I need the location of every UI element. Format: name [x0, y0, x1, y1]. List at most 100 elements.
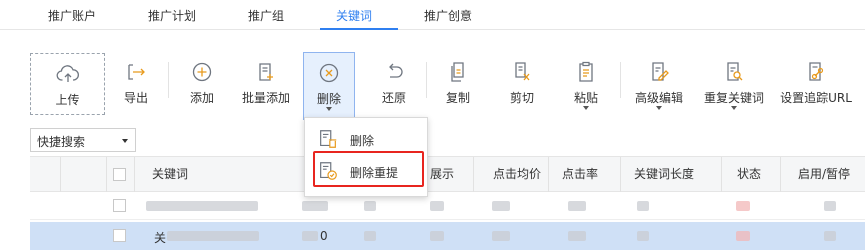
delete-button[interactable]: 删除: [303, 52, 355, 120]
tab-account[interactable]: 推广账户: [48, 7, 96, 24]
table-row-selected[interactable]: 关 0: [30, 222, 865, 250]
advanced-edit-button[interactable]: 高级编辑: [630, 52, 688, 112]
column-divider: [721, 157, 722, 192]
upload-label: 上传: [55, 93, 80, 107]
highlight-box: [313, 151, 424, 187]
row-checkbox[interactable]: [113, 229, 126, 242]
bulk-add-icon: [259, 63, 273, 81]
column-divider: [620, 157, 621, 192]
redacted-cell: [568, 231, 586, 241]
redacted-cell: [568, 201, 586, 211]
keyword-table: 关键词 展示 点击均价 点击率 关键词长度 状态 启用/暂停 关 0: [30, 156, 865, 250]
paste-button[interactable]: 粘贴: [564, 52, 608, 112]
column-divider: [780, 157, 781, 192]
column-enable-pause[interactable]: 启用/暂停: [798, 157, 850, 192]
delete-label: 删除: [316, 92, 341, 106]
bulk-add-label: 批量添加: [241, 91, 290, 105]
toolbar-divider: [620, 62, 621, 98]
delete-circle-icon: [319, 63, 339, 83]
export-icon: [128, 64, 145, 80]
redacted-cell: [302, 201, 328, 211]
tab-bar: 推广账户 推广计划 推广组 关键词 推广创意: [0, 0, 865, 30]
table-row[interactable]: [30, 192, 865, 220]
redacted-cell: [364, 231, 376, 241]
upload-button[interactable]: 上传: [30, 53, 105, 115]
undo-icon: [389, 63, 403, 78]
tab-plan[interactable]: 推广计划: [148, 7, 196, 24]
tracking-url-button[interactable]: 设置追踪URL: [776, 52, 856, 112]
redacted-cell: [824, 201, 836, 211]
tab-creative[interactable]: 推广创意: [424, 7, 472, 24]
menu-item-delete-label: 删除: [350, 134, 375, 148]
plus-circle-icon: [192, 62, 212, 82]
bulk-add-button[interactable]: 批量添加: [238, 52, 294, 112]
redacted-cell: [364, 201, 376, 211]
copy-label: 复制: [445, 91, 470, 105]
chevron-down-icon: [326, 107, 332, 111]
duplicate-keywords-label: 重复关键词: [703, 91, 764, 105]
search-document-icon: [727, 62, 743, 81]
redacted-cell: [492, 231, 510, 241]
restore-button[interactable]: 还原: [372, 52, 416, 112]
table-header: 关键词 展示 点击均价 点击率 关键词长度 状态 启用/暂停: [30, 156, 865, 192]
restore-label: 还原: [381, 91, 406, 105]
keyword-editor: 推广账户 推广计划 推广组 关键词 推广创意 上传 导出 添加 批量添加 删除 …: [0, 0, 865, 250]
tab-keyword[interactable]: 关键词: [336, 7, 372, 24]
redacted-cell: [824, 231, 836, 241]
redacted-keyword: [167, 231, 259, 241]
cloud-upload-icon: [56, 65, 79, 82]
delete-document-icon: [320, 130, 337, 148]
row-checkbox[interactable]: [113, 199, 126, 212]
copy-icon: [451, 62, 464, 82]
redacted-cell: [430, 231, 444, 241]
redacted-status: [736, 231, 750, 241]
column-divider: [548, 157, 549, 192]
column-keyword-length[interactable]: 关键词长度: [634, 157, 694, 192]
chevron-down-icon: [583, 106, 589, 110]
duplicate-keywords-button[interactable]: 重复关键词: [700, 52, 768, 112]
value-cell: 0: [320, 229, 328, 243]
advanced-edit-label: 高级编辑: [634, 91, 683, 105]
tab-group[interactable]: 推广组: [248, 7, 284, 24]
redacted-cell: [302, 231, 318, 241]
column-avg-cpc[interactable]: 点击均价: [493, 157, 541, 192]
tracking-url-label: 设置追踪URL: [780, 91, 852, 105]
column-divider: [473, 157, 474, 192]
quick-search-select[interactable]: 快捷搜索: [30, 128, 136, 152]
add-label: 添加: [189, 91, 214, 105]
redacted-cell: [637, 231, 649, 241]
column-keyword[interactable]: 关键词: [152, 157, 188, 192]
copy-button[interactable]: 复制: [436, 52, 480, 112]
quick-search-value: 快捷搜索: [37, 135, 86, 149]
cut-label: 剪切: [509, 91, 534, 105]
redacted-cell: [430, 201, 444, 211]
redacted-cell: [637, 201, 649, 211]
export-button[interactable]: 导出: [114, 52, 158, 112]
redacted-cell: [492, 201, 510, 211]
column-divider: [60, 157, 61, 192]
edit-document-icon: [652, 62, 669, 81]
column-impressions[interactable]: 展示: [430, 157, 454, 192]
redacted-status: [736, 201, 750, 211]
cut-button[interactable]: 剪切: [500, 52, 544, 112]
paste-label: 粘贴: [573, 91, 598, 105]
url-document-icon: [809, 62, 824, 81]
toolbar: 上传 导出 添加 批量添加 删除 还原 复制 剪切 粘贴 高级编辑 重复关键词 …: [0, 30, 865, 121]
export-label: 导出: [123, 91, 148, 105]
column-divider: [134, 157, 135, 192]
chevron-down-icon: [122, 139, 128, 143]
toolbar-divider: [168, 62, 169, 98]
cut-icon: [515, 62, 530, 81]
column-divider: [106, 157, 107, 192]
paste-icon: [579, 61, 593, 82]
select-all-checkbox[interactable]: [113, 168, 126, 181]
chevron-down-icon: [731, 106, 737, 110]
column-ctr[interactable]: 点击率: [562, 157, 598, 192]
column-status[interactable]: 状态: [737, 157, 761, 192]
chevron-down-icon: [656, 106, 662, 110]
menu-item-delete[interactable]: 删除: [305, 124, 427, 154]
add-button[interactable]: 添加: [180, 52, 224, 112]
redacted-keyword: [146, 201, 258, 211]
keyword-cell: 关: [154, 231, 167, 245]
toolbar-divider: [426, 62, 427, 98]
